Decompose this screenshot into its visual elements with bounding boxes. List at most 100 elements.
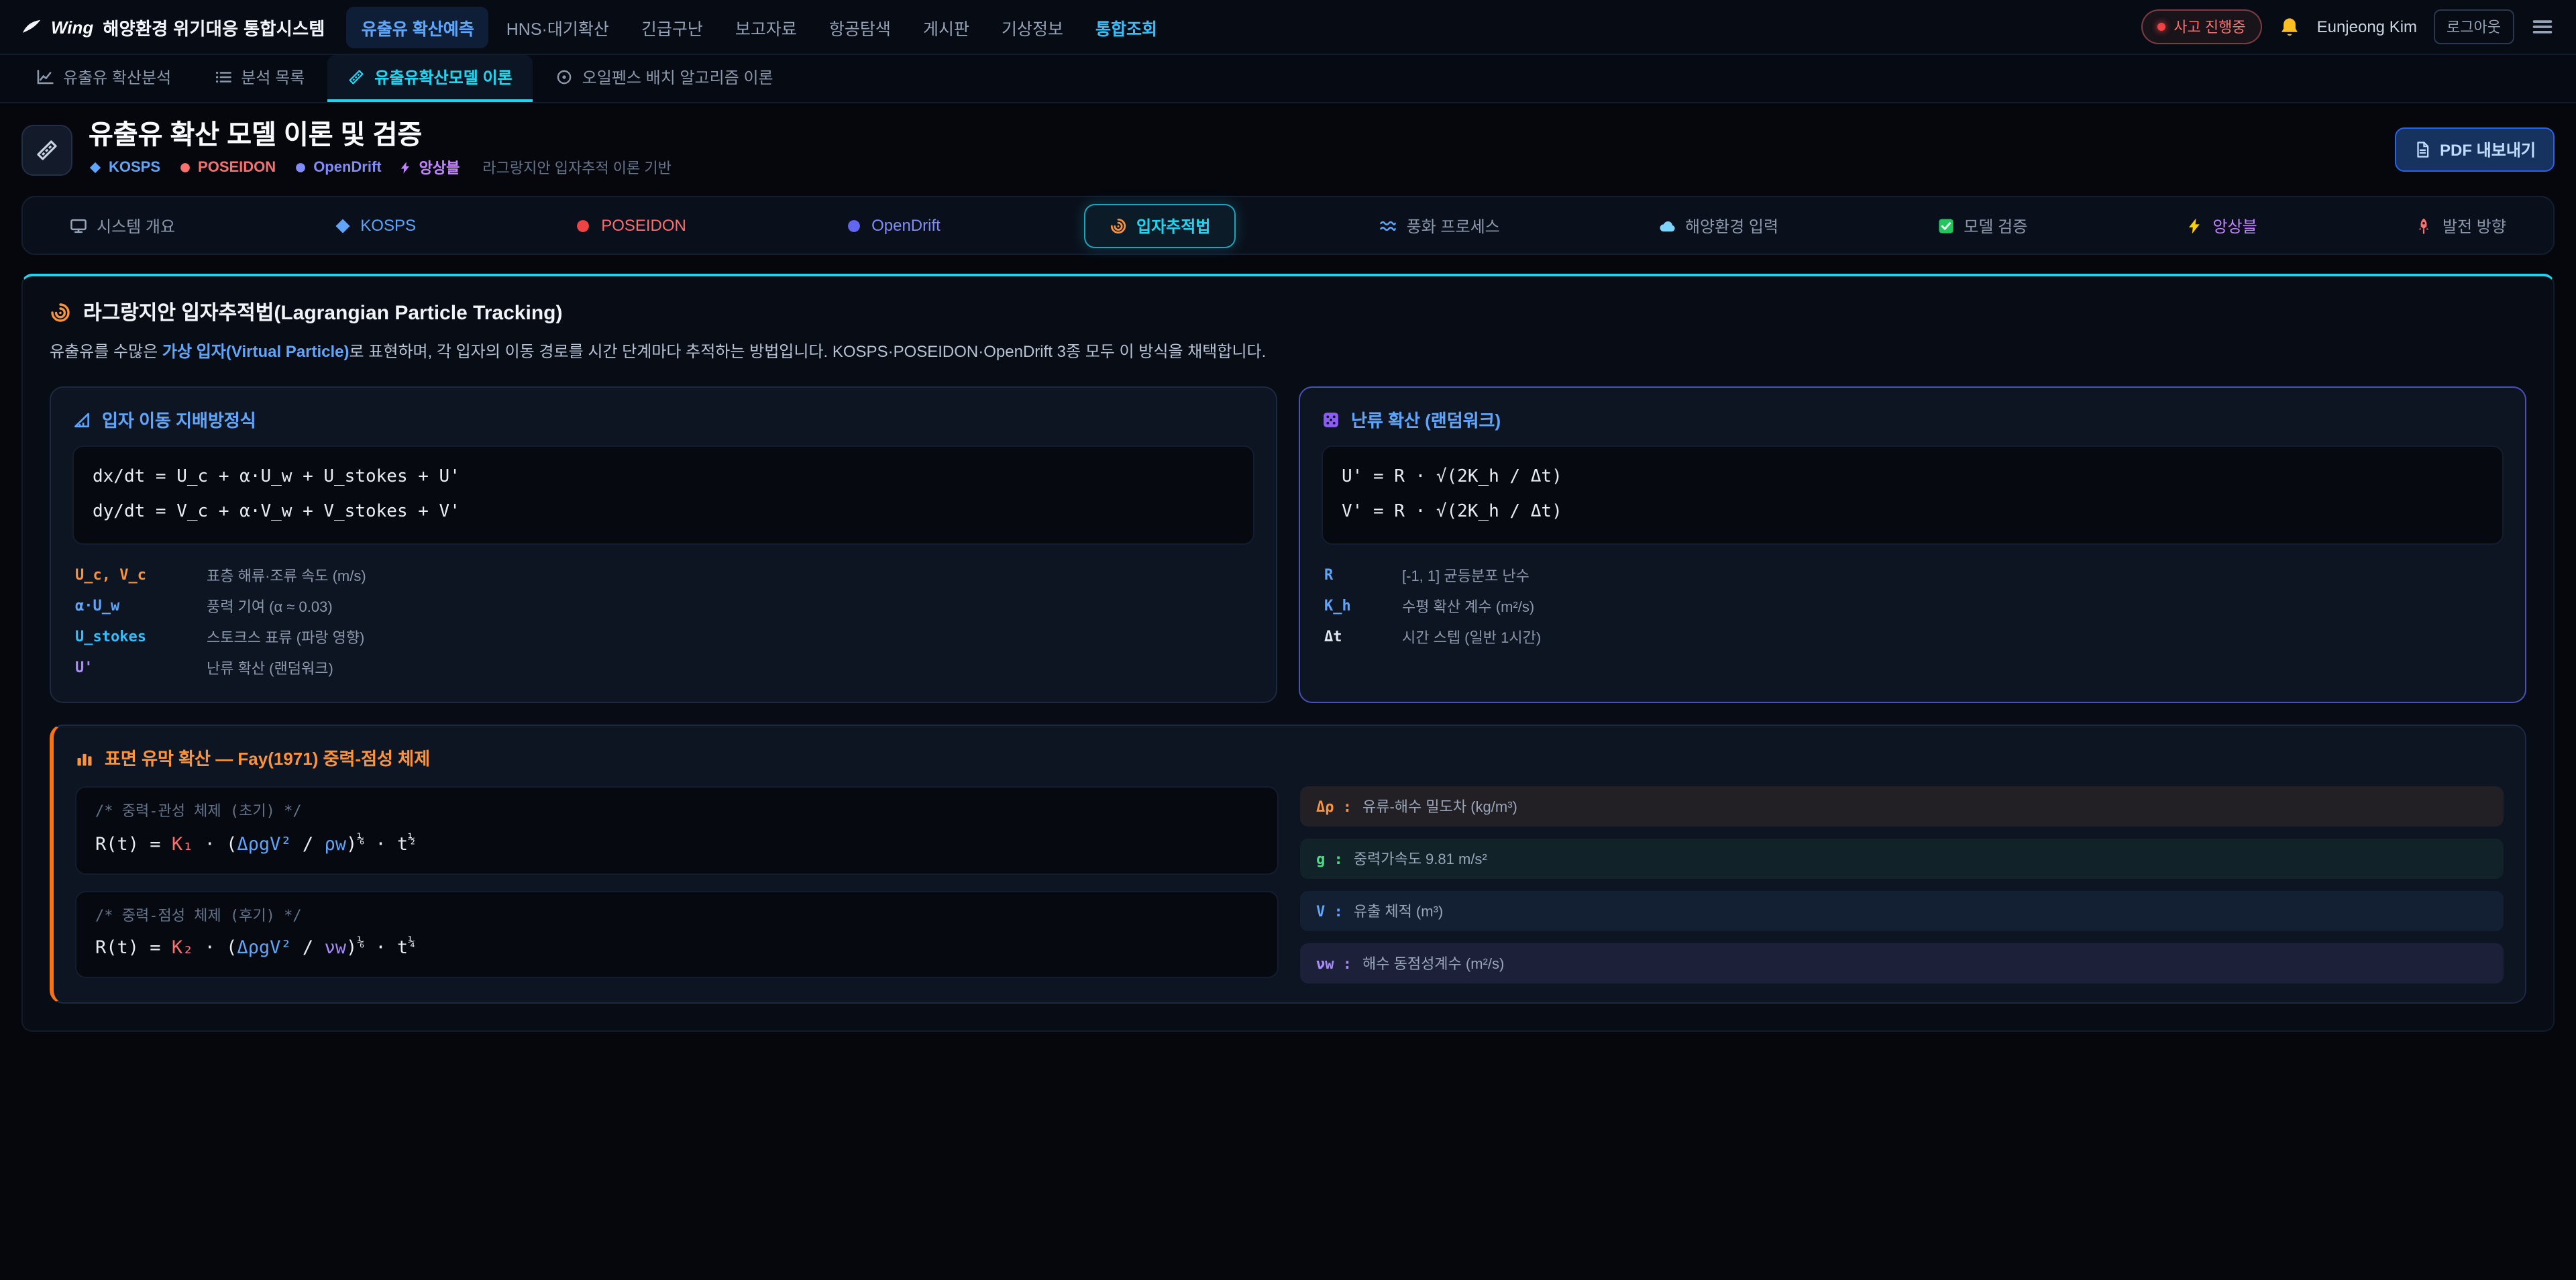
fay-param-row-0: Δρ :유류-해수 밀도차 (kg/m³) [1300, 786, 2504, 826]
tab-2[interactable]: 유출유확산모델 이론 [327, 55, 532, 102]
fay-formula-block-0: /* 중력-관성 체제 (초기) */R(t) = K₁ · (ΔρgV² / … [75, 786, 1279, 874]
model-badges: KOSPSPOSEIDONOpenDrift앙상블 [89, 157, 460, 178]
random-walk-code-block: U' = R · √(2K_h / Δt)V' = R · √(2K_h / Δ… [1322, 445, 2504, 545]
cloud-icon [1658, 217, 1676, 234]
bell-icon[interactable] [2278, 15, 2301, 38]
logout-button[interactable]: 로그아웃 [2433, 9, 2514, 44]
param-desc: 해수 동점성계수 (m²/s) [1362, 953, 1504, 974]
governing-code-block: dx/dt = U_c + α·U_w + U_stokes + U'dy/dt… [72, 445, 1254, 545]
topnav-item-1[interactable]: HNS·대기확산 [492, 6, 624, 48]
param-desc: 중력가속도 9.81 m/s² [1354, 848, 1487, 869]
topbar-right: 사고 진행중 Eunjeong Kim 로그아웃 [2141, 9, 2555, 44]
formula-part: K₁ [172, 833, 194, 855]
rocket-icon [2416, 217, 2433, 234]
topnav-item-2[interactable]: 긴급구난 [627, 6, 718, 48]
fay-title-row: 표면 유막 확산 — Fay(1971) 중력-점성 체제 [75, 745, 2504, 770]
section-nav-label: 시스템 개요 [97, 214, 175, 237]
model-badge-3: 앙상블 [399, 157, 460, 178]
governing-card-title: 입자 이동 지배방정식 [102, 407, 256, 432]
section-nav-label: KOSPS [360, 216, 416, 235]
formula-part: ¼ [408, 937, 415, 951]
model-badge-2: OpenDrift [293, 157, 381, 178]
section-nav-item-6[interactable]: 해양환경 입력 [1644, 205, 1793, 246]
section-nav-item-1[interactable]: KOSPS [319, 207, 431, 244]
check-square-icon [1937, 217, 1954, 234]
fay-spreading-card: 표면 유막 확산 — Fay(1971) 중력-점성 체제 /* 중력-관성 체… [50, 725, 2526, 1004]
tab-0[interactable]: 유출유 확산분석 [16, 55, 191, 102]
logo-title: 해양환경 위기대응 통합시스템 [103, 14, 325, 40]
legend-row-0: R [-1, 1] 균등분포 난수 [1322, 559, 2504, 590]
app-root: Wing 해양환경 위기대응 통합시스템 유출유 확산예측HNS·대기확산긴급구… [0, 0, 2576, 1280]
formula-part: ) [346, 833, 357, 855]
tab-label: 분석 목록 [241, 66, 305, 89]
section-nav-item-8[interactable]: 앙상블 [2171, 205, 2271, 246]
section-title: 라그랑지안 입자추적법(Lagrangian Particle Tracking… [83, 298, 562, 326]
legend-term: α·U_w [75, 597, 193, 615]
formula-part: R(t) = [95, 833, 172, 855]
bar-chart-icon [75, 748, 94, 767]
topbar: Wing 해양환경 위기대응 통합시스템 유출유 확산예측HNS·대기확산긴급구… [0, 0, 2576, 55]
legend-term: U_c, V_c [75, 566, 193, 584]
formula-comment: /* 중력-관성 체제 (초기) */ [95, 801, 1258, 823]
document-icon [2413, 141, 2430, 158]
formula-part: ½ [408, 833, 415, 846]
dice-icon [1322, 410, 1340, 429]
badge-label: KOSPS [109, 160, 160, 176]
legend-desc: [-1, 1] 균등분포 난수 [1402, 564, 1529, 586]
tab-1[interactable]: 분석 목록 [194, 55, 325, 102]
section-nav-item-5[interactable]: 풍화 프로세스 [1365, 205, 1515, 246]
random-walk-card-title: 난류 확산 (랜덤워크) [1351, 407, 1501, 432]
topnav-item-6[interactable]: 기상정보 [987, 6, 1078, 48]
formula-line: R(t) = K₂ · (ΔρgV² / νw)⅙ · t¼ [95, 935, 1258, 964]
legend-desc: 시간 스텝 (일반 1시간) [1402, 626, 1541, 647]
topnav-item-4[interactable]: 항공탐색 [814, 6, 906, 48]
legend-term: R [1324, 566, 1389, 584]
formula-part: ) [346, 938, 357, 959]
wing-icon [21, 17, 42, 37]
equation-cards: 입자 이동 지배방정식 dx/dt = U_c + α·U_w + U_stok… [50, 386, 2526, 703]
formula-part: ⅙ [357, 833, 364, 846]
topnav-item-0[interactable]: 유출유 확산예측 [347, 6, 489, 48]
section-nav-label: 해양환경 입력 [1685, 214, 1778, 237]
equation-line: U' = R · √(2K_h / Δt) [1342, 460, 2483, 495]
section-nav-item-7[interactable]: 모델 검증 [1922, 205, 2042, 246]
section-nav-item-3[interactable]: OpenDrift [830, 207, 955, 244]
formula-comment: /* 중력-점성 체제 (후기) */ [95, 906, 1258, 928]
legend-desc: 스토크스 표류 (파랑 영향) [207, 626, 364, 647]
pdf-export-label: PDF 내보내기 [2440, 138, 2536, 161]
app-logo[interactable]: Wing 해양환경 위기대응 통합시스템 [21, 14, 325, 40]
formula-part: · ( [193, 833, 237, 855]
legend-term: Δt [1324, 628, 1389, 645]
tab-3[interactable]: 오일펜스 배치 알고리즘 이론 [535, 55, 794, 102]
pdf-export-button[interactable]: PDF 내보내기 [2394, 127, 2555, 172]
formula-part: ⅙ [357, 937, 364, 951]
incident-status-badge[interactable]: 사고 진행중 [2141, 9, 2261, 44]
legend-row-1: K_h수평 확산 계수 (m²/s) [1322, 590, 2504, 621]
param-desc: 유출 체적 (m³) [1354, 900, 1444, 922]
param-term: g : [1316, 850, 1343, 867]
legend-row-3: U'난류 확산 (랜덤워크) [72, 652, 1254, 683]
topnav-item-5[interactable]: 게시판 [908, 6, 984, 48]
legend-desc: 수평 확산 계수 (m²/s) [1402, 595, 1534, 617]
section-nav: 시스템 개요 KOSPS POSEIDON OpenDrift 입자추적법 풍화 프로세스… [21, 196, 2555, 255]
formula-part: R(t) = [95, 938, 172, 959]
topnav-item-7[interactable]: 통합조회 [1081, 6, 1172, 48]
legend-row-2: U_stokes스토크스 표류 (파랑 영향) [72, 621, 1254, 652]
circle-icon [178, 161, 191, 174]
topnav-item-3[interactable]: 보고자료 [720, 6, 812, 48]
formula-part: K₂ [172, 938, 194, 959]
fay-param-row-2: V :유출 체적 (m³) [1300, 891, 2504, 931]
hamburger-menu-icon[interactable] [2530, 15, 2555, 39]
section-nav-item-4[interactable]: 입자추적법 [1084, 203, 1236, 248]
user-name: Eunjeong Kim [2317, 17, 2417, 36]
list-icon [214, 68, 231, 86]
circle-icon [293, 161, 307, 174]
section-nav-item-2[interactable]: POSEIDON [559, 207, 701, 244]
model-badge-0: KOSPS [89, 157, 160, 178]
section-nav-item-0[interactable]: 시스템 개요 [55, 205, 190, 246]
section-nav-item-9[interactable]: 발전 방향 [2401, 205, 2521, 246]
formula-part: / [292, 833, 325, 855]
fay-card-title: 표면 유막 확산 — Fay(1971) 중력-점성 체제 [105, 745, 430, 770]
circle-icon [574, 217, 592, 234]
status-badge-label: 사고 진행중 [2174, 16, 2245, 38]
